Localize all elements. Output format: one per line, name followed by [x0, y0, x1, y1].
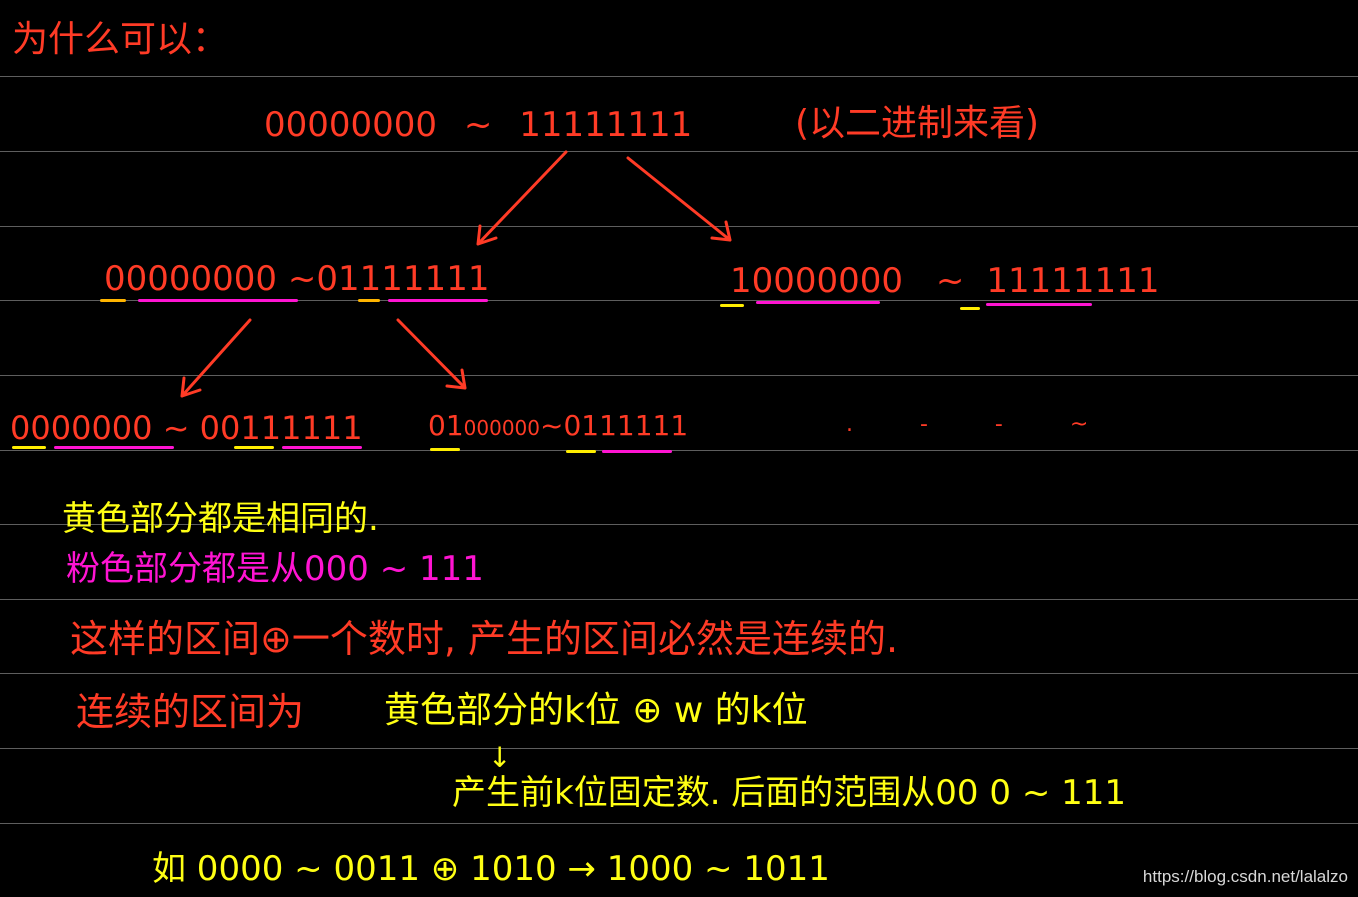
heading: 为什么可以：: [12, 19, 229, 60]
yellow-underline: [12, 446, 46, 449]
xor-note: 这样的区间⊕一个数时, 产生的区间必然是连续的.: [70, 617, 899, 661]
range-from: 00000000: [264, 105, 438, 145]
pink-underline: [756, 301, 880, 304]
pink-underline: [282, 446, 362, 449]
suffix: 111111: [240, 409, 363, 447]
suffix: 1111111: [1008, 261, 1160, 301]
prefix: 01: [428, 409, 464, 442]
yellow-note: 黄色部分都是相同的.: [62, 499, 379, 539]
binary-note: (以二进制来看): [795, 103, 1040, 144]
prefix: 0: [316, 259, 339, 299]
prefix: 00: [199, 409, 241, 447]
yellow-underline: [566, 450, 596, 453]
yellow-underline: [960, 307, 980, 310]
yellow-underline: [430, 448, 460, 451]
yellow-underline: [234, 446, 274, 449]
example-note: 如 0000 ~ 0011 ⊕ 1010 → 1000 ~ 1011: [152, 849, 830, 889]
pink-underline: [986, 303, 1092, 306]
watermark: https://blog.csdn.net/lalalzo: [1142, 867, 1348, 886]
prefix: 0: [104, 259, 126, 299]
pink-underline: [54, 446, 174, 449]
down-arrow-icon: ↓: [488, 741, 512, 774]
range-sep: ~: [540, 409, 564, 442]
suffix: 0000000: [751, 261, 904, 301]
range-sep: ~: [935, 261, 965, 301]
range-sep: ~: [287, 259, 317, 299]
prefix: 01: [563, 409, 600, 442]
yellow-underline: [358, 299, 380, 302]
suffix: 11111: [599, 409, 689, 442]
level2-right-range: 10000000 ~11111111: [730, 264, 1159, 298]
fixed-prefix-note: 产生前k位固定数. 后面的范围从00 0 ~ 111: [452, 773, 1127, 813]
arrow-top-right: [626, 156, 732, 242]
arrow-mid-left: [180, 318, 252, 398]
yellow-underline: [100, 299, 126, 302]
pink-note: 粉色部分都是从000 ~ 111: [66, 549, 484, 589]
range-sep: ~: [162, 409, 190, 447]
pink-underline: [138, 299, 298, 302]
level3-ellipsis: . - - ~: [846, 412, 1119, 437]
prefix: 1: [730, 261, 752, 301]
yellow-underline: [720, 304, 744, 307]
suffix: 000000: [30, 409, 153, 447]
suffix: 000000: [463, 416, 540, 440]
range-to: 11111111: [519, 105, 693, 145]
suffix: 1111111: [338, 259, 490, 299]
suffix: 0000000: [125, 259, 278, 299]
pink-underline: [388, 299, 488, 302]
top-range: 00000000 ~ 11111111: [264, 108, 692, 142]
level3-range-a: 0000000 ~ 00111111: [10, 412, 363, 444]
prefix: 1: [986, 261, 1009, 301]
arrow-mid-right: [396, 318, 467, 390]
arrow-top-left: [476, 150, 568, 246]
continuous-note-formula: 黄色部分的k位 ⊕ w 的k位: [384, 690, 808, 731]
level3-range-b: 01000000~0111111: [428, 412, 688, 440]
continuous-note-label: 连续的区间为: [76, 690, 305, 734]
prefix: 0: [10, 409, 31, 447]
range-sep: ~: [463, 105, 493, 145]
pink-underline: [602, 450, 672, 453]
level2-left-range: 00000000 ~01111111: [104, 262, 489, 296]
